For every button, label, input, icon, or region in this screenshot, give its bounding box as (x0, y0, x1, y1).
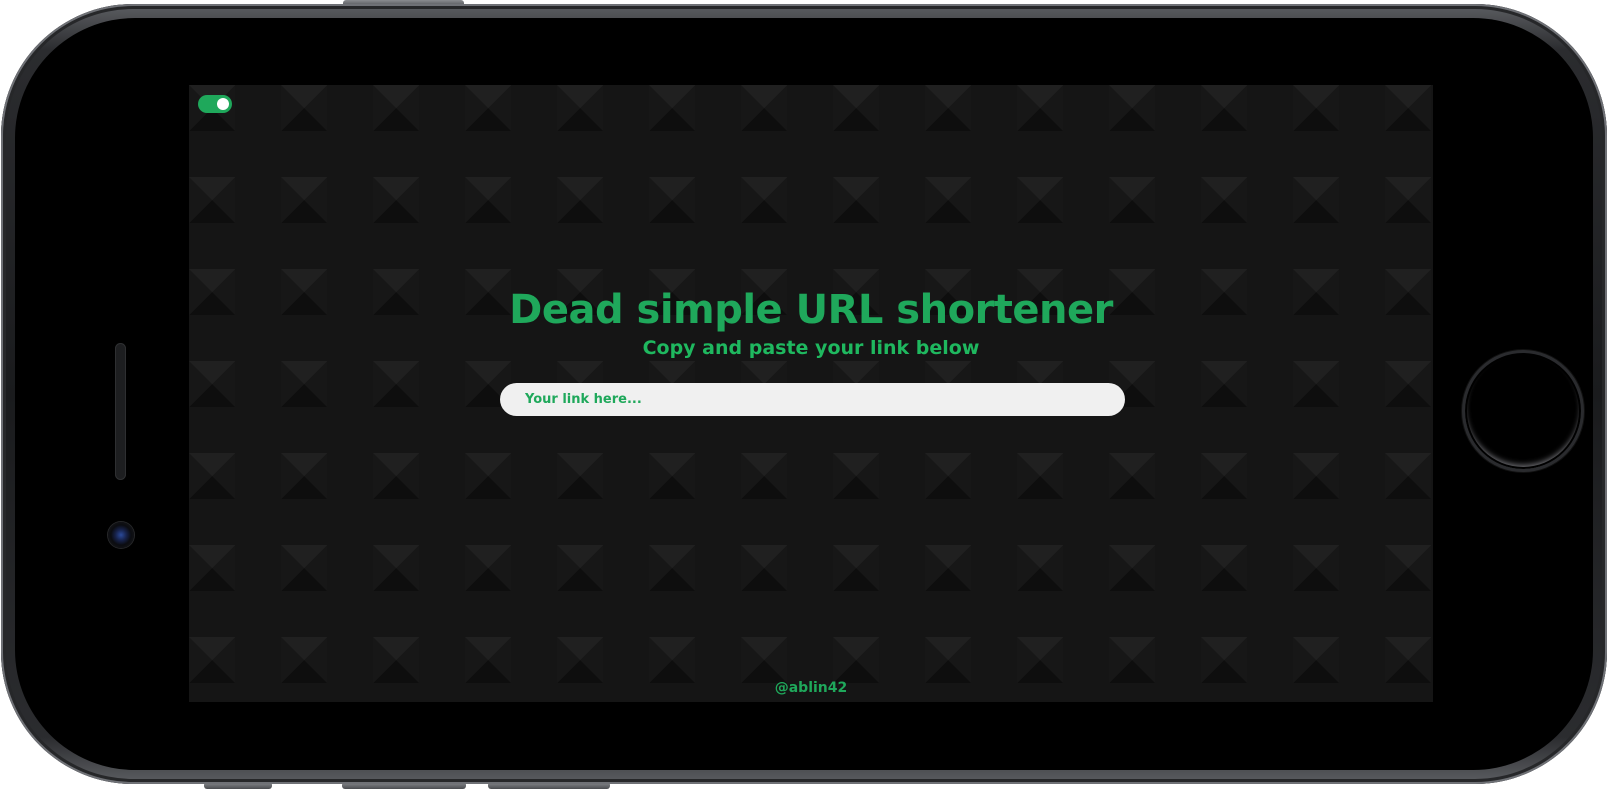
page-subtitle: Copy and paste your link below (642, 337, 980, 359)
link-input[interactable] (500, 383, 1125, 416)
footer-credit-link[interactable]: @ablin42 (189, 680, 1433, 696)
app-screen: Dead simple URL shortener Copy and paste… (189, 85, 1433, 702)
toggle-knob (217, 98, 229, 110)
theme-toggle[interactable] (198, 95, 232, 113)
page-title: Dead simple URL shortener (509, 287, 1113, 333)
speaker-icon (115, 343, 126, 480)
device-stage: Dead simple URL shortener Copy and paste… (0, 0, 1611, 790)
camera-icon (108, 522, 134, 548)
home-button[interactable] (1462, 350, 1584, 472)
